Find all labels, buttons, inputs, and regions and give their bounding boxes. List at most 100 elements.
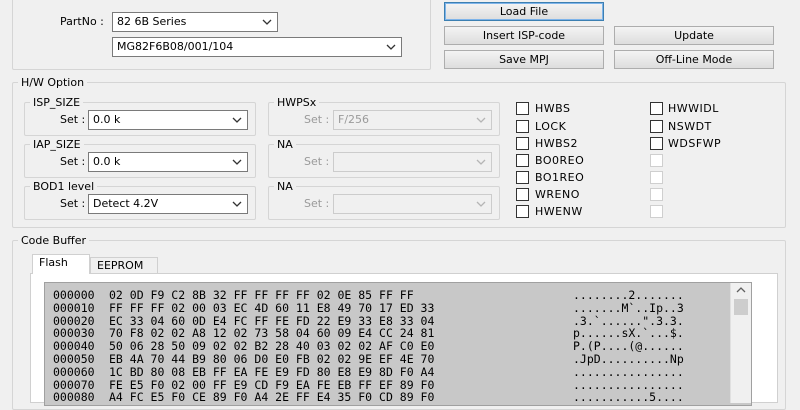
na1-select[interactable] [333, 152, 492, 172]
scroll-up-icon[interactable] [731, 283, 751, 297]
chevron-down-icon [386, 44, 396, 50]
bod1-level-value: Detect 4.2V [93, 197, 159, 210]
bod1-level-select[interactable]: Detect 4.2V [88, 194, 248, 214]
chevron-down-icon [232, 201, 242, 207]
checkbox-lock[interactable] [516, 120, 529, 133]
hex-bytes: A4 FC E5 F0 CE 89 F0 A4 2E FF E4 35 F0 C… [109, 390, 435, 405]
checkbox-bo1reo[interactable] [516, 171, 529, 184]
model-select[interactable]: MG82F6B08/001/104 [112, 37, 402, 57]
load-file-button[interactable]: Load File [444, 2, 604, 21]
isp-size-title: ISP_SIZE [30, 96, 84, 109]
model-select-value: MG82F6B08/001/104 [117, 40, 234, 53]
na2-select[interactable] [333, 194, 492, 214]
hex-bytes: EC 33 04 60 0D E4 FC FF FE FD 22 E9 33 E… [109, 313, 435, 328]
hex-address: 000080 [53, 390, 95, 405]
checkbox-nswdt[interactable] [650, 120, 663, 133]
checkbox-hwbs2[interactable] [516, 137, 529, 150]
partno-label: PartNo : [60, 15, 104, 28]
isp-set-label: Set : [60, 113, 86, 126]
tab-flash[interactable]: Flash [32, 254, 90, 274]
hex-bytes: EB 4A 70 44 B9 80 06 D0 E0 FB 02 02 9E E… [109, 352, 435, 366]
series-select[interactable]: 82 6B Series [112, 12, 278, 32]
hex-bytes: FE E5 F0 02 00 FF E9 CD F9 EA FE EB FF E… [109, 377, 435, 392]
isp-size-value: 0.0 k [93, 113, 121, 126]
tab-eeprom[interactable]: EEPROM [90, 257, 158, 273]
option-label-hwbs: HWBS [535, 102, 571, 115]
save-mpj-button[interactable]: Save MPJ [444, 50, 604, 69]
offline-mode-button[interactable]: Off-Line Mode [614, 50, 774, 69]
iap-set-label: Set : [60, 155, 86, 168]
hex-address: 000040 [53, 339, 95, 354]
iap-size-select[interactable]: 0.0 k [88, 152, 248, 172]
iap-size-title: IAP_SIZE [30, 138, 84, 151]
option-label-nswdt: NSWDT [668, 120, 712, 133]
hex-address: 000010 [53, 300, 95, 315]
chevron-down-icon [232, 117, 242, 123]
option-label-bo0reo: BO0REO [535, 154, 585, 167]
hex-ascii: P.(P....(@...... [573, 339, 684, 354]
hex-address: 000070 [53, 377, 95, 392]
chevron-down-icon [476, 117, 486, 123]
checkbox-hwenw[interactable] [516, 205, 529, 218]
hex-address: 000060 [53, 364, 95, 379]
hex-ascii: ...........5.... [573, 390, 684, 405]
hex-ascii: ................ [573, 377, 684, 392]
hex-bytes: 70 F8 02 02 A8 12 02 73 58 04 60 09 E4 C… [109, 326, 435, 341]
checkbox-disabled-4 [650, 205, 663, 218]
hex-bytes: 1C BD 80 08 EB FF EA FE E9 FD 80 E8 E9 8… [109, 364, 435, 379]
scroll-thumb[interactable] [734, 299, 748, 315]
hex-ascii: ........2....... [573, 288, 684, 302]
hex-ascii: ................ [573, 364, 684, 379]
insert-isp-code-button[interactable]: Insert ISP-code [444, 26, 604, 45]
hwpsx-select[interactable]: F/256 [333, 110, 492, 130]
isp-size-select[interactable]: 0.0 k [88, 110, 248, 130]
option-label-wdsfwp: WDSFWP [668, 137, 722, 150]
na2-set-label: Set : [304, 197, 330, 210]
hex-ascii: .JpD..........Np [573, 352, 684, 366]
na-title-1: NA [274, 138, 296, 151]
option-label-hwwidl: HWWIDL [668, 102, 719, 115]
hex-viewer[interactable]: 000000 02 0D F9 C2 8B 32 FF FF FF FF 02 0… [44, 282, 752, 406]
hex-address: 000090 [53, 404, 95, 405]
na-title-2: NA [274, 180, 296, 193]
hex-scrollbar[interactable] [730, 283, 751, 403]
bod1-set-label: Set : [60, 197, 86, 210]
checkbox-hwwidl[interactable] [650, 102, 663, 115]
option-label-bo1reo: BO1REO [535, 171, 585, 184]
na1-set-label: Set : [304, 155, 330, 168]
part-group [12, 0, 431, 70]
chevron-down-icon [262, 19, 272, 25]
option-label-hwbs2: HWBS2 [535, 137, 578, 150]
hex-address: 000020 [53, 313, 95, 328]
hex-address: 000050 [53, 352, 95, 366]
checkbox-wreno[interactable] [516, 188, 529, 201]
hex-bytes: 50 06 28 50 09 02 02 B2 28 40 03 02 02 A… [109, 339, 435, 354]
option-label-wreno: WRENO [535, 188, 580, 201]
checkbox-disabled-1 [650, 154, 663, 167]
hex-bytes: 02 0D F9 C2 8B 32 FF FF FF FF 02 0E 85 F… [109, 288, 414, 302]
option-label-lock: LOCK [535, 120, 567, 133]
hex-address: 000000 [53, 288, 95, 302]
hex-ascii: .3.`......".3.3. [573, 313, 684, 328]
checkbox-hwbs[interactable] [516, 102, 529, 115]
checkbox-disabled-3 [650, 188, 663, 201]
hex-bytes: A4 2D FE E4 35 F0 80 67 EF 4E 70 05 BD 8… [109, 404, 434, 405]
hwpsx-set-label: Set : [304, 113, 330, 126]
hex-bytes: FF FF FF 02 00 03 EC 4D 60 11 E8 49 70 1… [109, 300, 435, 315]
hex-address: 000030 [53, 326, 95, 341]
option-label-hwenw: HWENW [535, 205, 583, 218]
iap-size-value: 0.0 k [93, 155, 121, 168]
hex-ascii: .-..5..g.Np..... [573, 404, 684, 405]
checkbox-wdsfwp[interactable] [650, 137, 663, 150]
update-button[interactable]: Update [614, 26, 774, 45]
hw-option-title: H/W Option [18, 76, 88, 89]
checkbox-disabled-2 [650, 171, 663, 184]
hwpsx-value: F/256 [338, 113, 370, 126]
code-buffer-title: Code Buffer [18, 234, 90, 247]
hex-ascii: p......sX.`...$. [573, 326, 684, 341]
checkbox-bo0reo[interactable] [516, 154, 529, 167]
bod1-level-title: BOD1 level [30, 180, 98, 193]
chevron-down-icon [476, 201, 486, 207]
chevron-down-icon [232, 159, 242, 165]
hex-ascii: .......M`..Ip..3 [573, 300, 684, 315]
